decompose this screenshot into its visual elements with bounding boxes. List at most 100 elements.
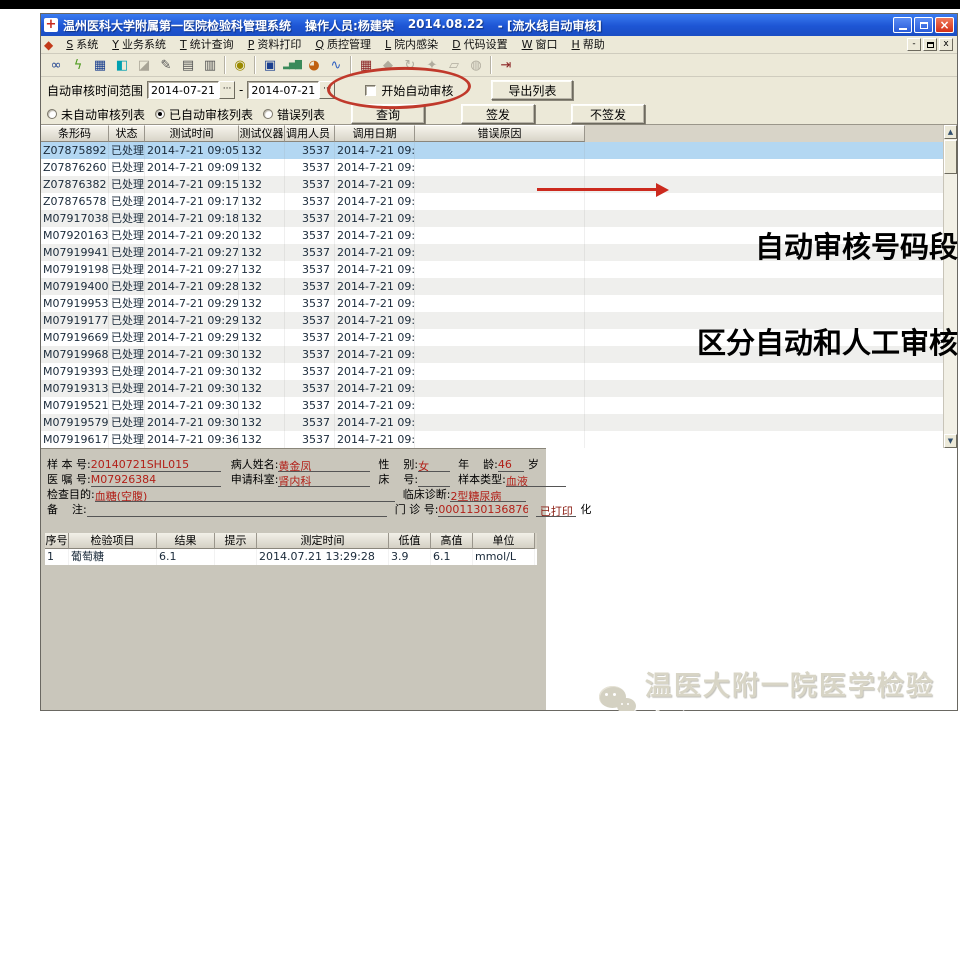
lightning-icon[interactable]: ϟ [67,55,89,75]
cell-test-time: 2014-7-21 09:36:06 [145,431,239,448]
blocks-icon[interactable]: ◧ [111,55,133,75]
cell-caller: 3537 [285,329,335,346]
process-icon[interactable]: ◉ [229,55,251,75]
printer-icon[interactable]: ▥ [199,55,221,75]
cell-error-reason [415,312,585,329]
radio-option-2[interactable]: 错误列表 [263,106,325,123]
scroll-up-button[interactable]: ▲ [944,125,957,139]
pie-chart-icon[interactable]: ◕ [303,55,325,75]
menu-item-窗口[interactable]: W窗口 [515,36,565,53]
cell-call-date: 2014-7-21 09:38:3 [335,431,415,448]
cell-caller: 3537 [285,227,335,244]
mdi-minimize-button[interactable]: - [907,38,921,51]
cell-instrument: 132 [239,244,285,261]
sign-button[interactable]: 签发 [461,104,535,124]
result-column-header[interactable]: 结果 [157,533,215,549]
menu-item-院内感染[interactable]: L院内感染 [378,36,445,53]
result-column-header[interactable]: 检验项目 [69,533,157,549]
cell-instrument: 132 [239,414,285,431]
cell-status: 已处理 [109,295,145,312]
cell-status: 已处理 [109,312,145,329]
table-row[interactable]: Z07875892已处理2014-7-21 09:05:171323537201… [41,142,945,159]
column-header-status[interactable]: 状态 [109,125,145,142]
radio-option-0[interactable]: 未自动审核列表 [47,106,145,123]
menu-item-帮助[interactable]: H帮助 [565,36,612,53]
menu-item-质控管理[interactable]: Q质控管理 [308,36,378,53]
menu-hotkey: S [66,36,73,54]
stats-icon[interactable]: ▦ [89,55,111,75]
cell-instrument: 132 [239,329,285,346]
date-to-input[interactable]: 2014-07-21 [247,81,319,99]
menu-item-资料打印[interactable]: P资料打印 [241,36,309,53]
result-row[interactable]: 1葡萄糖6.12014.07.21 13:29:283.96.1mmol/L [45,549,537,565]
age-label: 年 龄: [458,456,498,472]
line-chart-icon[interactable]: ∿ [325,55,347,75]
annotation-arrow [537,183,669,199]
cell-error-reason [415,244,585,261]
mdi-restore-button[interactable] [923,38,937,51]
menu-item-业务系统[interactable]: Y业务系统 [105,36,173,53]
close-icon: × [939,18,949,32]
diagnosis-value: 2型糖尿病 [450,488,526,502]
result-column-header[interactable]: 序号 [45,533,69,549]
result-column-header[interactable]: 低值 [389,533,431,549]
menu-hotkey: L [385,36,391,54]
column-header-test-time[interactable]: 测试时间 [145,125,239,142]
cell-caller: 3537 [285,380,335,397]
restore-button[interactable] [914,17,933,33]
form-icon[interactable]: ▣ [259,55,281,75]
cell-caller: 3537 [285,210,335,227]
cell-test-time: 2014-7-21 09:30:14 [145,346,239,363]
list-filter-radio-group: 未自动审核列表已自动审核列表错误列表 [47,106,335,123]
column-header-caller[interactable]: 调用人员 [285,125,335,142]
menu-hotkey: P [248,36,255,54]
cell-call-date: 2014-7-21 09:38:3 [335,414,415,431]
slide-top-border [0,0,960,9]
minimize-button[interactable] [893,17,912,33]
radio-option-1[interactable]: 已自动审核列表 [155,106,253,123]
result-column-header[interactable]: 提示 [215,533,257,549]
cell-instrument: 132 [239,363,285,380]
grid-icon[interactable]: ▤ [177,55,199,75]
no-sign-button[interactable]: 不签发 [571,104,645,124]
column-header-error-reason[interactable]: 错误原因 [415,125,585,142]
cell-test-time: 2014-7-21 09:30:29 [145,414,239,431]
menu-item-代码设置[interactable]: D代码设置 [445,36,514,53]
table-row[interactable]: M07919617已处理2014-7-21 09:36:061323537201… [41,431,945,448]
cell-barcode: M07919313 [41,380,109,397]
filter-panel: 自动审核时间范围 2014-07-21 ··· - 2014-07-21 ···… [41,77,957,125]
cell-barcode: M07919177 [41,312,109,329]
pencil-icon[interactable]: ✎ [155,55,177,75]
close-button[interactable]: × [935,17,954,33]
find-icon[interactable]: ∞ [45,55,67,75]
menu-item-系统[interactable]: S系统 [59,36,105,53]
scroll-down-button[interactable]: ▼ [944,434,957,448]
mdi-close-button[interactable]: x [939,38,953,51]
menu-diamond-icon: ◆ [44,38,53,52]
menu-hotkey: W [522,36,533,54]
patient-name-value: 黄金凤 [278,458,370,472]
column-header-call-date[interactable]: 调用日期 [335,125,415,142]
cell-status: 已处理 [109,346,145,363]
column-header-instrument[interactable]: 测试仪器 [239,125,285,142]
date-from-input[interactable]: 2014-07-21 [147,81,219,99]
cell-barcode: M07920163 [41,227,109,244]
cell-call-date: 2014-7-21 09:38:3 [335,363,415,380]
bar-chart-icon[interactable]: ▂▅▇ [281,55,303,75]
time-range-label: 自动审核时间范围 [47,82,143,99]
result-column-header[interactable]: 测定时间 [257,533,389,549]
cell-status: 已处理 [109,210,145,227]
menu-item-统计查询[interactable]: T统计查询 [173,36,241,53]
cell-instrument: 132 [239,278,285,295]
cell-instrument: 132 [239,176,285,193]
cell-status: 已处理 [109,380,145,397]
column-header-barcode[interactable]: 条形码 [41,125,109,142]
result-column-header[interactable]: 高值 [431,533,473,549]
export-list-button[interactable]: 导出列表 [491,80,573,100]
exit-icon[interactable]: ⇥ [495,55,517,75]
toolbar-separator [254,56,256,74]
date-from-picker-button[interactable]: ··· [219,81,235,99]
result-column-header[interactable]: 单位 [473,533,535,549]
cell-call-date: 2014-7-21 09:38:3 [335,278,415,295]
cell-error-reason [415,431,585,448]
